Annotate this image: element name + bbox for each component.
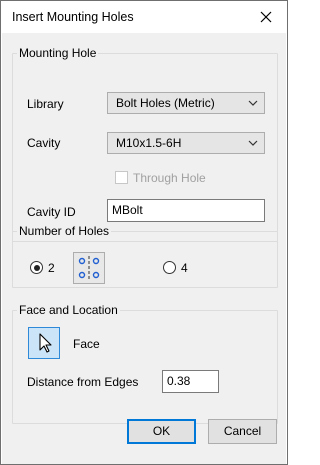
face-and-location-legend: Face and Location	[17, 303, 120, 317]
holes-4-label: 4	[181, 261, 188, 275]
holes-2-label: 2	[48, 261, 55, 275]
cavity-id-label: Cavity ID	[27, 205, 76, 219]
ok-button[interactable]: OK	[127, 419, 196, 444]
insert-mounting-holes-dialog: Insert Mounting Holes Mounting Hole Libr…	[0, 0, 288, 465]
dialog-client: Mounting Hole Library Bolt Holes (Metric…	[2, 33, 286, 464]
chevron-down-icon	[248, 140, 258, 146]
two-holes-pattern-button[interactable]	[73, 252, 105, 284]
cavity-dropdown[interactable]: M10x1.5-6H	[107, 132, 265, 154]
face-select-button[interactable]	[28, 327, 60, 359]
library-value: Bolt Holes (Metric)	[116, 96, 215, 110]
chevron-down-icon	[248, 100, 258, 106]
number-of-holes-legend: Number of Holes	[17, 224, 112, 238]
number-of-holes-group: Number of Holes 2 4	[12, 224, 278, 288]
mounting-hole-group: Mounting Hole Library Bolt Holes (Metric…	[12, 46, 278, 242]
cancel-button[interactable]: Cancel	[208, 419, 277, 444]
two-holes-pattern-icon	[78, 256, 100, 280]
cavity-value: M10x1.5-6H	[116, 136, 182, 150]
through-hole-checkbox[interactable]	[115, 171, 128, 184]
through-hole-label: Through Hole	[133, 171, 206, 185]
cavity-id-value: MBolt	[112, 203, 143, 217]
cavity-id-input[interactable]: MBolt	[107, 199, 265, 222]
distance-from-edges-label: Distance from Edges	[27, 375, 139, 389]
face-label: Face	[73, 337, 100, 351]
mounting-hole-legend: Mounting Hole	[17, 46, 99, 60]
holes-4-radio[interactable]	[163, 261, 176, 274]
holes-2-radio[interactable]	[30, 261, 43, 274]
distance-from-edges-value: 0.38	[167, 374, 191, 388]
dialog-title: Insert Mounting Holes	[12, 10, 134, 24]
title-bar[interactable]: Insert Mounting Holes	[1, 1, 287, 33]
close-icon	[260, 11, 272, 23]
close-button[interactable]	[245, 1, 287, 33]
library-dropdown[interactable]: Bolt Holes (Metric)	[107, 92, 265, 114]
radio-selected-dot	[33, 264, 40, 271]
distance-from-edges-input[interactable]: 0.38	[162, 370, 219, 393]
cursor-arrow-icon	[39, 333, 52, 353]
face-and-location-group: Face and Location Face Distance from Edg…	[12, 303, 278, 424]
cavity-label: Cavity	[27, 136, 61, 150]
library-label: Library	[27, 97, 64, 111]
